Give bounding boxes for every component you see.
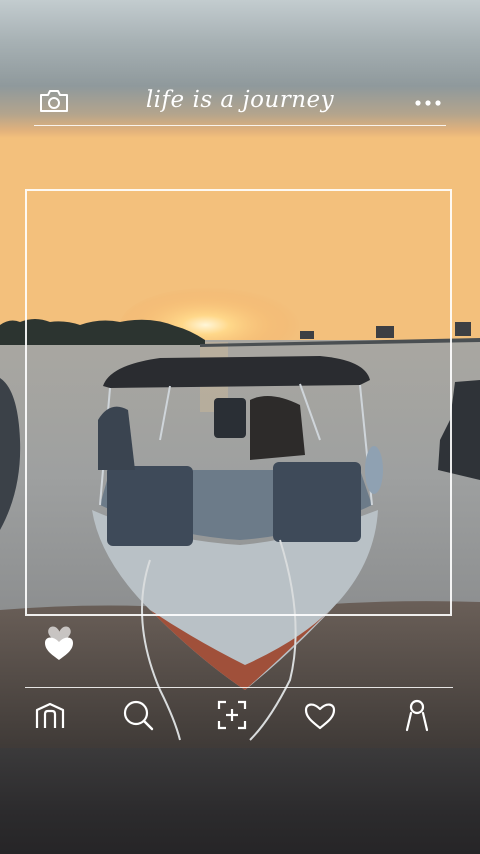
home-icon[interactable] — [33, 698, 67, 732]
header-bar: life is a journey — [0, 78, 480, 126]
page-title: life is a journey — [145, 87, 335, 113]
heart-outline-icon[interactable] — [303, 698, 337, 732]
bottom-nav — [0, 692, 480, 740]
more-dots-icon[interactable] — [414, 94, 442, 106]
photo-frame[interactable] — [25, 189, 452, 616]
header-divider — [34, 125, 446, 126]
add-post-icon[interactable] — [215, 698, 249, 732]
profile-icon[interactable] — [400, 698, 434, 732]
blurred-background-strip — [0, 748, 480, 854]
nav-divider — [25, 687, 453, 688]
search-icon[interactable] — [121, 698, 155, 732]
heart-filled-icon[interactable] — [42, 626, 76, 666]
